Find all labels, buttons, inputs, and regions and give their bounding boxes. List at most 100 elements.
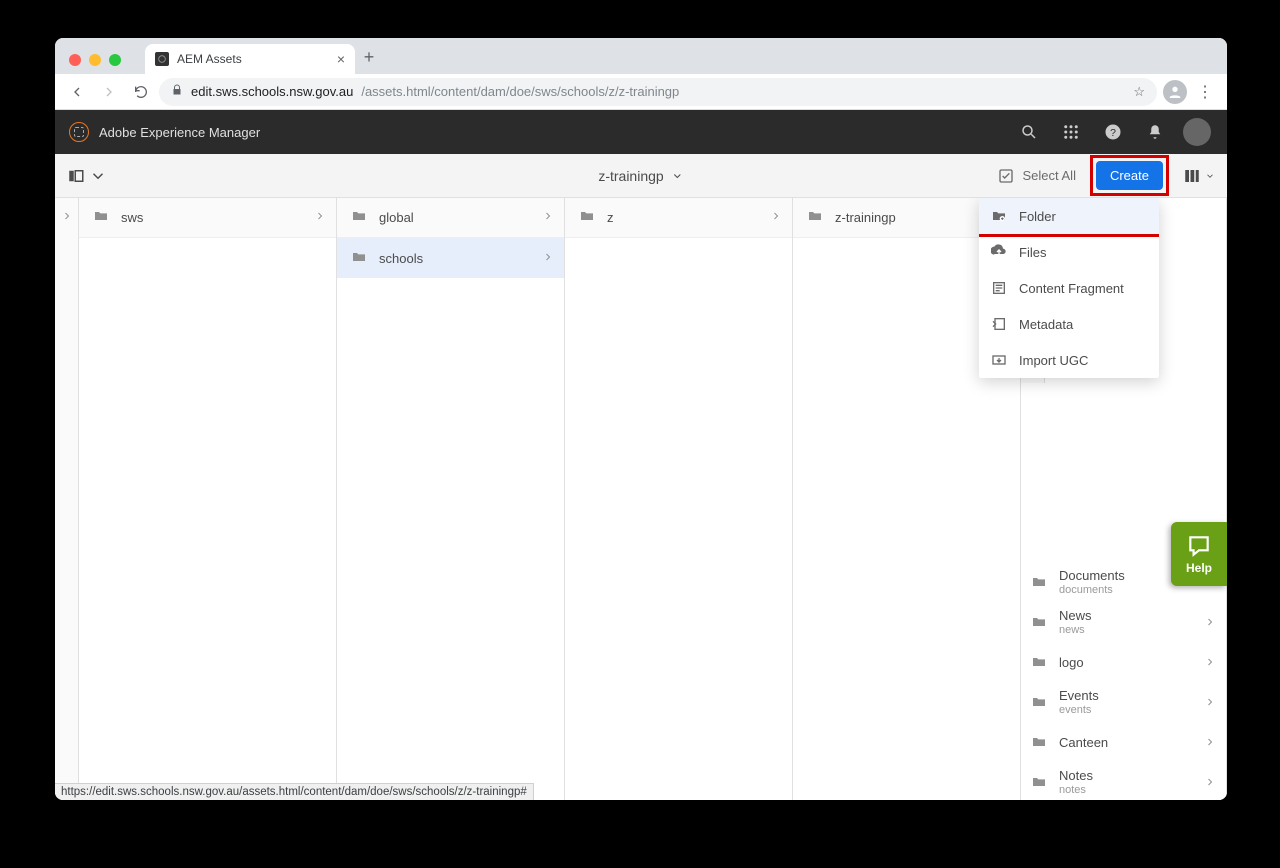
profile-button[interactable] xyxy=(1161,78,1189,106)
column-3: z xyxy=(565,198,793,800)
svg-text:?: ? xyxy=(1110,127,1116,139)
rail-toggle[interactable] xyxy=(67,167,107,185)
folder-icon xyxy=(351,249,367,268)
user-avatar[interactable] xyxy=(1181,116,1213,148)
folder-icon xyxy=(807,208,823,227)
select-all-label: Select All xyxy=(1022,168,1075,183)
create-button[interactable]: Create xyxy=(1096,161,1163,190)
help-label: Help xyxy=(1186,561,1212,575)
folder-sublabel: notes xyxy=(1059,784,1093,797)
create-metadata-item[interactable]: Metadata xyxy=(979,306,1159,342)
folder-label: Canteen xyxy=(1059,736,1108,751)
help-icon[interactable]: ? xyxy=(1097,116,1129,148)
menu-item-label: Files xyxy=(1019,245,1046,260)
create-files-item[interactable]: Files xyxy=(979,234,1159,270)
breadcrumb[interactable]: z-trainingp xyxy=(598,168,683,184)
folder-labels: Documentsdocuments xyxy=(1059,569,1125,597)
folder-item-sws[interactable]: sws xyxy=(79,198,336,238)
folder-icon xyxy=(1031,574,1047,593)
solutions-icon[interactable] xyxy=(1055,116,1087,148)
column-2: global schools xyxy=(337,198,565,800)
folder-item-schools[interactable]: schools xyxy=(337,238,564,278)
menu-item-label: Content Fragment xyxy=(1019,281,1124,296)
folder-label: z-trainingp xyxy=(835,210,896,225)
create-import-ugc-item[interactable]: Import UGC xyxy=(979,342,1159,378)
folder-icon xyxy=(351,208,367,227)
folder-sublabel: events xyxy=(1059,704,1099,717)
folder-labels: Canteen xyxy=(1059,736,1108,751)
folder-labels: Newsnews xyxy=(1059,609,1092,637)
chevron-right-icon xyxy=(1204,656,1216,671)
folder-item-global[interactable]: global xyxy=(337,198,564,238)
breadcrumb-label: z-trainingp xyxy=(598,168,663,184)
folder-item[interactable]: Newsnews xyxy=(1021,603,1226,643)
browser-window: AEM Assets × + edit.sws.schools.nsw.gov.… xyxy=(55,38,1227,800)
folder-item[interactable]: Notesnotes xyxy=(1021,763,1226,800)
view-switcher[interactable] xyxy=(1183,167,1215,185)
create-label: Create xyxy=(1110,168,1149,183)
aem-logo-icon[interactable] xyxy=(69,122,89,142)
notifications-icon[interactable] xyxy=(1139,116,1171,148)
help-badge[interactable]: Help xyxy=(1171,522,1227,586)
chevron-right-icon xyxy=(1204,696,1216,711)
bookmark-icon[interactable]: ☆ xyxy=(1133,84,1145,100)
browser-tab-bar: AEM Assets × + xyxy=(55,38,1227,74)
folder-sublabel: news xyxy=(1059,624,1092,637)
close-window-button[interactable] xyxy=(69,54,81,66)
url-host: edit.sws.schools.nsw.gov.au xyxy=(191,84,353,99)
folder-icon xyxy=(579,208,595,227)
folder-label: z xyxy=(607,210,614,225)
back-button[interactable] xyxy=(63,78,91,106)
folder-item-z[interactable]: z xyxy=(565,198,792,238)
window-controls xyxy=(67,54,127,74)
chevron-right-icon xyxy=(542,251,554,266)
forward-button[interactable] xyxy=(95,78,123,106)
chevron-right-icon xyxy=(1204,736,1216,751)
tab-favicon xyxy=(155,52,169,66)
folder-icon xyxy=(1031,694,1047,713)
chevron-right-icon xyxy=(314,210,326,225)
lock-icon xyxy=(171,84,183,99)
folder-labels: logo xyxy=(1059,656,1084,671)
folder-label: sws xyxy=(121,210,143,225)
chevron-right-icon xyxy=(1204,616,1216,631)
new-tab-button[interactable]: + xyxy=(355,47,383,74)
folder-label: global xyxy=(379,210,414,225)
folder-icon xyxy=(93,208,109,227)
column-view: sws global schools z xyxy=(55,198,1227,800)
search-icon[interactable] xyxy=(1013,116,1045,148)
browser-tab[interactable]: AEM Assets × xyxy=(145,44,355,74)
column-1: sws xyxy=(79,198,337,800)
folder-label: schools xyxy=(379,251,423,266)
aem-brand: Adobe Experience Manager xyxy=(99,125,260,140)
folder-label: News xyxy=(1059,609,1092,624)
folder-icon xyxy=(1031,734,1047,753)
status-bar: https://edit.sws.schools.nsw.gov.au/asse… xyxy=(55,783,534,800)
select-all-button[interactable]: Select All xyxy=(998,168,1075,184)
minimize-window-button[interactable] xyxy=(89,54,101,66)
folder-item[interactable]: Eventsevents xyxy=(1021,683,1226,723)
menu-item-label: Import UGC xyxy=(1019,353,1088,368)
folder-item[interactable]: Canteen xyxy=(1021,723,1226,763)
close-tab-icon[interactable]: × xyxy=(337,51,345,67)
folder-labels: Eventsevents xyxy=(1059,689,1099,717)
zoom-window-button[interactable] xyxy=(109,54,121,66)
status-url: https://edit.sws.schools.nsw.gov.au/asse… xyxy=(61,786,527,798)
create-content-fragment-item[interactable]: Content Fragment xyxy=(979,270,1159,306)
folder-label: Notes xyxy=(1059,769,1093,784)
browser-toolbar: edit.sws.schools.nsw.gov.au/assets.html/… xyxy=(55,74,1227,110)
chevron-right-icon xyxy=(770,210,782,225)
browser-menu-button[interactable]: ⋮ xyxy=(1191,82,1219,102)
column-handle[interactable] xyxy=(55,198,79,800)
address-bar[interactable]: edit.sws.schools.nsw.gov.au/assets.html/… xyxy=(159,78,1157,106)
folder-label: Documents xyxy=(1059,569,1125,584)
create-button-highlight: Create xyxy=(1090,155,1169,196)
chevron-right-icon xyxy=(542,210,554,225)
chevron-right-icon xyxy=(1204,776,1216,791)
folder-item[interactable]: logo xyxy=(1021,643,1226,683)
create-menu: Folder Files Content Fragment Metadata I… xyxy=(979,198,1159,378)
create-folder-item[interactable]: Folder xyxy=(979,198,1159,234)
reload-button[interactable] xyxy=(127,78,155,106)
folder-label: Events xyxy=(1059,689,1099,704)
action-bar: z-trainingp Select All Create xyxy=(55,154,1227,198)
